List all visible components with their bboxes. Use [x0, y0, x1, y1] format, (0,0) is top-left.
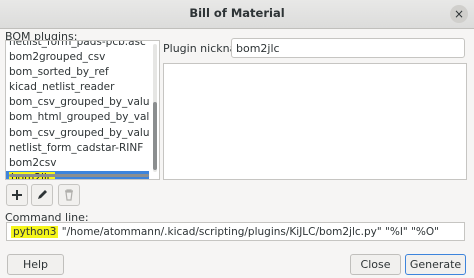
plugin-item[interactable]: bom_html_grouped_by_value — [6, 110, 149, 125]
nickname-input[interactable]: bom2jlc — [231, 38, 465, 58]
edit-plugin-button[interactable] — [31, 184, 53, 206]
close-window-button[interactable]: × — [450, 5, 468, 23]
plugin-item[interactable]: bom_sorted_by_ref — [6, 65, 149, 80]
help-button[interactable]: Help — [7, 254, 64, 275]
close-button[interactable]: Close — [350, 254, 401, 275]
scrollbar-thumb[interactable] — [153, 102, 157, 170]
title-bar: Bill of Material × — [0, 0, 474, 29]
vertical-scrollbar[interactable] — [153, 44, 157, 172]
plus-icon — [12, 190, 22, 200]
plugin-item[interactable]: netlist_form_pads-pcb.asc — [6, 41, 149, 50]
plugin-item[interactable]: kicad_netlist_reader — [6, 80, 149, 95]
plugin-item[interactable]: bom_csv_grouped_by_value_with_ — [6, 126, 149, 141]
window-title: Bill of Material — [189, 6, 285, 20]
command-line-input[interactable]: python3 "/home/atommann/.kicad/scripting… — [6, 222, 465, 241]
delete-plugin-button[interactable] — [58, 184, 80, 206]
horizontal-scrollbar[interactable] — [9, 174, 149, 177]
plugin-item[interactable]: bom2csv — [6, 156, 149, 171]
pencil-icon — [38, 190, 47, 199]
command-program: python3 — [11, 226, 59, 238]
plugin-info-area[interactable] — [163, 63, 467, 180]
bom-dialog: Bill of Material × BOM plugins: netlist_… — [0, 0, 474, 278]
plugin-item[interactable]: bom2grouped_csv — [6, 50, 149, 65]
command-args: "/home/atommann/.kicad/scripting/plugins… — [58, 226, 439, 238]
trash-icon — [65, 189, 73, 201]
plugin-item[interactable]: bom_csv_grouped_by_value — [6, 95, 149, 110]
generate-button[interactable]: Generate — [405, 254, 466, 275]
plugin-item[interactable]: netlist_form_cadstar-RINF — [6, 141, 149, 156]
plugin-list[interactable]: netlist_form_pads-pcb.asc bom2grouped_cs… — [5, 40, 160, 180]
add-plugin-button[interactable] — [6, 184, 28, 206]
